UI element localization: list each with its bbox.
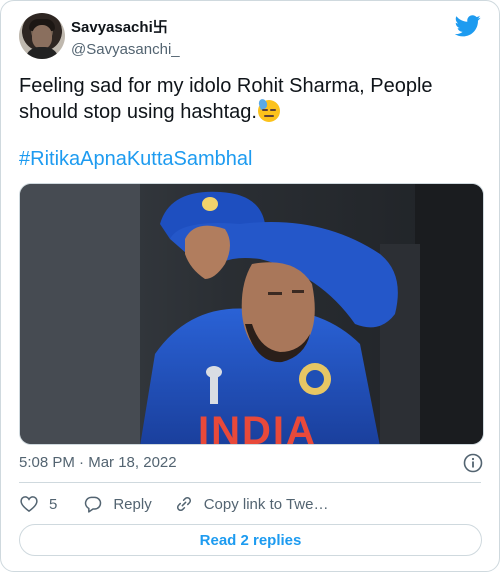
tweet-time[interactable]: 5:08 PM <box>19 454 75 471</box>
heart-icon <box>20 496 38 513</box>
tweet-header: Savyasachi卐 @Savyasanchi_ <box>19 13 481 61</box>
copy-link-label: Copy link to Twe… <box>203 495 329 513</box>
info-icon[interactable] <box>463 453 483 473</box>
tweet-actions: 5 Reply Copy link to Twe… <box>19 493 328 515</box>
author-block[interactable]: Savyasachi卐 @Savyasanchi_ <box>71 16 180 58</box>
read-replies-button[interactable]: Read 2 replies <box>19 524 482 556</box>
handle[interactable]: @Savyasanchi_ <box>71 41 180 58</box>
meta-separator: · <box>79 454 85 471</box>
reply-bubble-icon <box>85 496 102 513</box>
hashtag-link[interactable]: #RitikaApnaKuttaSambhal <box>19 148 252 171</box>
like-button[interactable]: 5 <box>19 494 57 514</box>
divider <box>19 482 481 483</box>
like-count: 5 <box>49 495 58 513</box>
svg-text:INDIA: INDIA <box>198 409 317 445</box>
tweet-card: Savyasachi卐 @Savyasanchi_ Feeling sad fo… <box>0 0 500 572</box>
tweet-timestamp[interactable]: 5:08 PM · Mar 18, 2022 <box>19 454 177 471</box>
copy-link-button[interactable]: Copy link to Twe… <box>174 494 329 514</box>
tweet-body: Feeling sad for my idolo Rohit Sharma, P… <box>19 75 433 123</box>
twitter-bird-icon[interactable] <box>455 15 481 37</box>
reply-label: Reply <box>113 495 152 513</box>
tweet-date[interactable]: Mar 18, 2022 <box>88 454 176 471</box>
display-name[interactable]: Savyasachi卐 <box>71 16 180 37</box>
tweet-text: Feeling sad for my idolo Rohit Sharma, P… <box>19 73 481 125</box>
reply-button[interactable]: Reply <box>83 494 152 514</box>
avatar[interactable] <box>19 13 65 59</box>
tweet-photo[interactable]: INDIA <box>19 183 484 445</box>
link-icon <box>176 496 191 512</box>
rohit-sharma-photo: INDIA <box>20 184 483 445</box>
downcast-sweat-emoji-icon <box>257 97 280 122</box>
